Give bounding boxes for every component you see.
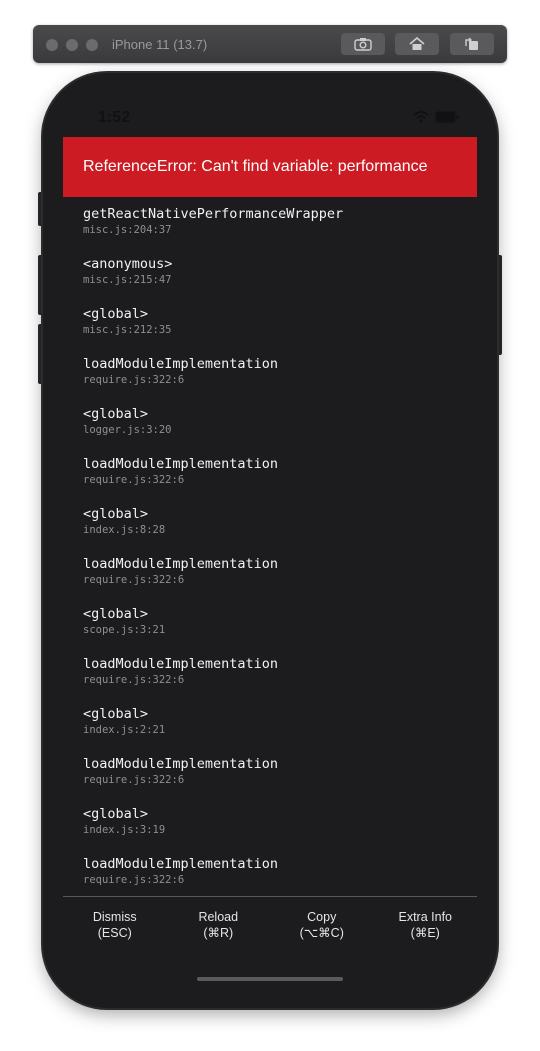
frame-function-name: <global> — [83, 606, 149, 622]
footer-button-label: Extra Info — [398, 910, 453, 924]
action-footer: Dismiss (ESC) Reload (⌘R) Copy (⌥⌘C) Extra Inf… — [63, 909, 477, 941]
frame-function-name: getReactNativePerformanceWrapper — [83, 206, 344, 222]
frame-function-name: loadModuleImplementation — [83, 356, 279, 372]
footer-button-label: Dismiss — [92, 910, 137, 924]
frame-function-name: loadModuleImplementation — [83, 456, 279, 472]
battery-icon — [435, 111, 459, 123]
frame-location: require.js:322:6 — [83, 474, 185, 486]
stack-frame[interactable]: <global> index.js:2:21 — [83, 706, 477, 756]
frame-function-name: loadModuleImplementation — [83, 756, 279, 772]
error-banner: ReferenceError: Can't find variable: per… — [63, 137, 477, 197]
status-icons — [413, 111, 459, 123]
phone-screen: 1:52 ReferenceError: Can't find variable… — [43, 73, 497, 1008]
frame-location: require.js:322:6 — [83, 874, 185, 886]
minimize-window-dot[interactable] — [66, 39, 78, 51]
footer-button-shortcut: (⌥⌘C) — [299, 926, 344, 940]
stack-frame[interactable]: loadModuleImplementation require.js:322:6 — [83, 756, 477, 806]
zoom-window-dot[interactable] — [86, 39, 98, 51]
stack-frame[interactable]: <anonymous> misc.js:215:47 — [83, 256, 477, 306]
footer-button-label: Reload — [198, 910, 239, 924]
frame-location: index.js:8:28 — [83, 524, 166, 536]
stack-frame[interactable]: <global> logger.js:3:20 — [83, 406, 477, 456]
frame-function-name: loadModuleImplementation — [83, 856, 279, 872]
reload-button[interactable]: Reload (⌘R) — [167, 909, 271, 941]
stack-frame[interactable]: <global> misc.js:212:35 — [83, 306, 477, 356]
frame-function-name: loadModuleImplementation — [83, 656, 279, 672]
error-title: ReferenceError: Can't find variable: per… — [83, 158, 428, 175]
frame-function-name: <global> — [83, 806, 149, 822]
frame-function-name: <anonymous> — [83, 256, 173, 272]
frame-location: misc.js:204:37 — [83, 224, 172, 236]
stack-frame[interactable]: loadModuleImplementation require.js:322:6 — [83, 456, 477, 506]
home-icon — [409, 37, 425, 50]
frame-location: require.js:322:6 — [83, 774, 185, 786]
frame-location: scope.js:3:21 — [83, 624, 166, 636]
home-indicator[interactable] — [197, 977, 343, 981]
frame-location: misc.js:215:47 — [83, 274, 172, 286]
stack-frame[interactable]: loadModuleImplementation require.js:322:6 — [83, 556, 477, 606]
stack-frame[interactable]: loadModuleImplementation require.js:322:6 — [83, 656, 477, 706]
frame-location: require.js:322:6 — [83, 574, 185, 586]
stack-trace-list: getReactNativePerformanceWrapper misc.js:… — [83, 206, 477, 906]
frame-function-name: <global> — [83, 506, 149, 522]
home-button[interactable] — [395, 33, 439, 55]
rotate-button[interactable] — [450, 33, 494, 55]
camera-icon — [354, 38, 372, 51]
footer-button-shortcut: (ESC) — [97, 926, 132, 940]
footer-button-shortcut: (⌘R) — [203, 926, 234, 940]
footer-button-shortcut: (⌘E) — [410, 926, 440, 940]
frame-function-name: loadModuleImplementation — [83, 556, 279, 572]
footer-button-label: Copy — [307, 910, 337, 924]
stack-frame[interactable]: getReactNativePerformanceWrapper misc.js:… — [83, 206, 477, 256]
frame-function-name: <global> — [83, 706, 149, 722]
status-time: 1:52 — [98, 109, 131, 126]
frame-location: index.js:2:21 — [83, 724, 166, 736]
copy-button[interactable]: Copy (⌥⌘C) — [270, 909, 374, 941]
extra-info-button[interactable]: Extra Info (⌘E) — [374, 909, 478, 941]
stack-frame[interactable]: loadModuleImplementation require.js:322:6 — [83, 856, 477, 906]
screenshot-button[interactable] — [341, 33, 385, 55]
frame-location: require.js:322:6 — [83, 374, 185, 386]
dismiss-button[interactable]: Dismiss (ESC) — [63, 909, 167, 941]
stack-frame[interactable]: <global> scope.js:3:21 — [83, 606, 477, 656]
wifi-icon — [413, 111, 429, 123]
stack-frame[interactable]: loadModuleImplementation require.js:322:6 — [83, 356, 477, 406]
rotate-icon — [465, 37, 478, 50]
frame-location: misc.js:212:35 — [83, 324, 172, 336]
frame-function-name: <global> — [83, 306, 149, 322]
simulator-toolbar: iPhone 11 (13.7) — [33, 25, 507, 63]
device-title: iPhone 11 (13.7) — [112, 37, 208, 52]
stack-frame[interactable]: <global> index.js:8:28 — [83, 506, 477, 556]
close-window-dot[interactable] — [46, 39, 58, 51]
frame-location: index.js:3:19 — [83, 824, 166, 836]
footer-divider — [63, 896, 477, 897]
stack-frame[interactable]: <global> index.js:3:19 — [83, 806, 477, 856]
frame-location: require.js:322:6 — [83, 674, 185, 686]
frame-location: logger.js:3:20 — [83, 424, 172, 436]
frame-function-name: <global> — [83, 406, 149, 422]
